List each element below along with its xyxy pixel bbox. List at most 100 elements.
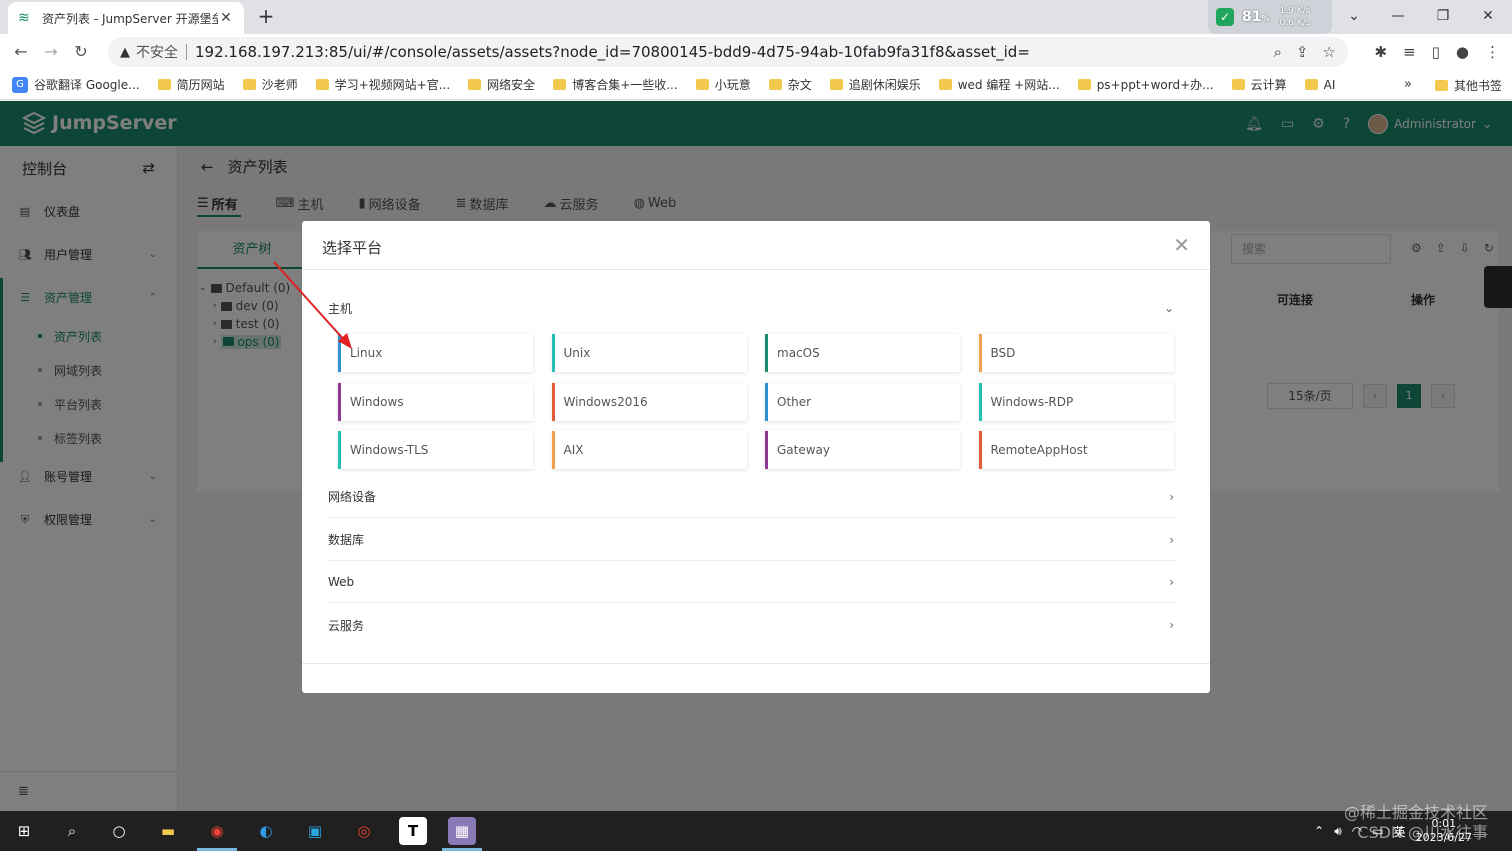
bookmark-item[interactable]: 网络安全	[468, 76, 535, 93]
back-icon[interactable]: ←	[6, 37, 36, 67]
browser-tab-strip: ≋ 资产列表 - JumpServer 开源堡垒 ✕ + ✓ 81% 1.9 K…	[0, 0, 1512, 34]
platform-card[interactable]: Windows-RDP	[978, 382, 1174, 421]
zoom-icon[interactable]: ⌕	[1274, 43, 1282, 61]
close-icon[interactable]: ✕	[1173, 235, 1190, 255]
tab-search-chevron-icon[interactable]: ⌄	[1332, 0, 1376, 34]
insecure-label: 不安全	[136, 45, 178, 61]
watermark-line: @稀土掘金技术社区	[1343, 803, 1488, 822]
dialog-title: 选择平台	[322, 239, 383, 257]
bookmark-label: wed 编程 +网站...	[957, 78, 1060, 92]
folder-icon	[938, 79, 952, 90]
close-window-icon[interactable]: ✕	[1466, 0, 1510, 34]
omnibox-separator	[186, 44, 187, 60]
chrome-icon[interactable]: ◉	[203, 817, 231, 845]
address-bar-row: ← → ↻ ▲ 不安全 192.168.197.213:85/ui/#/cons…	[0, 34, 1512, 70]
bookmark-item[interactable]: 追剧休闲娱乐	[829, 76, 921, 93]
bookmark-label: ps+ppt+word+办...	[1096, 78, 1214, 92]
bookmark-label: 追剧休闲娱乐	[848, 78, 921, 92]
bookmark-label: 学习+视频网站+官...	[334, 78, 451, 92]
other-bookmarks[interactable]: 其他书签	[1434, 77, 1502, 94]
edge-icon[interactable]: ◐	[252, 817, 280, 845]
platform-card[interactable]: AIX	[551, 431, 747, 469]
bookmark-label: 杂文	[787, 78, 812, 92]
platform-card[interactable]: Windows2016	[551, 382, 747, 421]
bookmark-item[interactable]: 学习+视频网站+官...	[315, 76, 451, 93]
category-host[interactable]: 主机 ⌄	[328, 287, 1176, 329]
bookmark-item[interactable]: 小玩意	[695, 76, 751, 93]
forward-icon[interactable]: →	[36, 37, 66, 67]
category-label: 主机	[328, 301, 353, 316]
restore-icon[interactable]: ❐	[1421, 0, 1465, 34]
reload-icon[interactable]: ↻	[66, 37, 96, 67]
profile-icon[interactable]: ●	[1456, 43, 1469, 61]
chevron-right-icon: ›	[1169, 618, 1174, 632]
cortana-icon[interactable]: ○	[105, 817, 133, 845]
bookmark-star-icon[interactable]: ☆	[1323, 43, 1336, 61]
category-web[interactable]: Web ›	[328, 561, 1176, 603]
bookmark-item[interactable]: G 谷歌翻译 Google...	[12, 76, 140, 93]
net-up-unit: K/s	[1296, 6, 1311, 16]
platform-card[interactable]: Linux	[338, 334, 533, 372]
browser-menu-icon[interactable]: ⋮	[1485, 43, 1500, 61]
new-tab-button[interactable]: +	[254, 4, 278, 28]
watermark: @稀土掘金技术社区 CSDN @川水往事	[1344, 803, 1488, 843]
browser-tab[interactable]: ≋ 资产列表 - JumpServer 开源堡垒 ✕	[8, 2, 244, 34]
side-panel-icon[interactable]: ▯	[1432, 43, 1440, 61]
bookmark-item[interactable]: ps+ppt+word+办...	[1077, 76, 1214, 93]
platform-card[interactable]: Windows	[338, 382, 533, 421]
reading-list-icon[interactable]: ≡	[1403, 43, 1416, 61]
bookmark-item[interactable]: 杂文	[768, 76, 812, 93]
bookmark-label: 谷歌翻译 Google...	[34, 78, 140, 92]
bookmark-item[interactable]: AI	[1304, 78, 1335, 92]
extensions-icon[interactable]: ✱	[1374, 43, 1387, 61]
image-viewer-icon[interactable]: ▦	[448, 817, 476, 845]
folder-icon	[468, 79, 482, 90]
bookmarks-overflow-button[interactable]: »	[1404, 77, 1412, 92]
shield-check-icon: ✓	[1216, 8, 1234, 26]
search-icon[interactable]: ⌕	[58, 817, 86, 845]
select-platform-dialog: 选择平台 ✕ 主机 ⌄ Linux Unix macOS BSD Windows Wind…	[302, 221, 1210, 693]
minimize-icon[interactable]: —	[1376, 0, 1420, 34]
platform-card[interactable]: Unix	[551, 334, 747, 372]
bookmark-label: 沙老师	[261, 78, 298, 92]
windows-start-icon[interactable]: ⊞	[10, 817, 38, 845]
bookmark-item[interactable]: 沙老师	[242, 76, 298, 93]
tab-close-icon[interactable]: ✕	[218, 10, 234, 26]
folder-icon	[242, 79, 256, 90]
category-cloud[interactable]: 云服务 ›	[328, 604, 1176, 646]
url-text[interactable]: 192.168.197.213:85/ui/#/console/assets/a…	[195, 43, 1030, 61]
share-icon[interactable]: ⇪	[1296, 43, 1309, 61]
bookmark-label: 网络安全	[487, 78, 536, 92]
platform-card[interactable]: Windows-TLS	[338, 431, 533, 469]
platform-card[interactable]: macOS	[765, 334, 960, 372]
category-database[interactable]: 数据库 ›	[328, 519, 1176, 561]
chevron-right-icon: ›	[1169, 574, 1174, 589]
bookmark-item[interactable]: 博客合集+一些收...	[553, 76, 678, 93]
platform-card[interactable]: BSD	[978, 334, 1174, 372]
net-down-rate: 0.6	[1279, 18, 1294, 28]
platform-card[interactable]: Other	[765, 382, 960, 421]
volume-icon[interactable]: 🔊︎	[1334, 824, 1342, 839]
platform-card[interactable]: RemoteAppHost	[978, 431, 1174, 469]
bookmark-item[interactable]: 简历网站	[157, 76, 225, 93]
omnibox[interactable]: ▲ 不安全 192.168.197.213:85/ui/#/console/as…	[108, 37, 1348, 67]
folder-icon	[315, 79, 329, 90]
bookmark-item[interactable]: wed 编程 +网站...	[938, 76, 1060, 93]
category-network-device[interactable]: 网络设备 ›	[328, 476, 1176, 518]
chevron-right-icon: ›	[1169, 532, 1174, 547]
snail-app-icon[interactable]: ◎	[350, 817, 378, 845]
tab-title: 资产列表 - JumpServer 开源堡垒	[42, 11, 218, 26]
category-label: Web	[328, 574, 355, 589]
dialog-footer-divider	[302, 663, 1210, 664]
typora-icon[interactable]: T	[399, 817, 427, 845]
folder-icon	[1077, 79, 1091, 90]
chevron-right-icon: ›	[1169, 489, 1174, 504]
vmware-icon[interactable]: ▣	[301, 817, 329, 845]
file-explorer-icon[interactable]: ▬	[154, 817, 182, 845]
platform-card[interactable]: Gateway	[765, 431, 960, 469]
dialog-divider	[302, 269, 1210, 270]
category-label: 数据库	[328, 533, 365, 547]
bookmark-item[interactable]: 云计算	[1231, 76, 1287, 93]
jumpserver-app: JumpServer 🔔︎ ▭ ⚙ ? Administrator ⌄ 控制台 …	[0, 101, 1512, 811]
chevron-up-icon[interactable]: ⌃	[1314, 824, 1324, 838]
